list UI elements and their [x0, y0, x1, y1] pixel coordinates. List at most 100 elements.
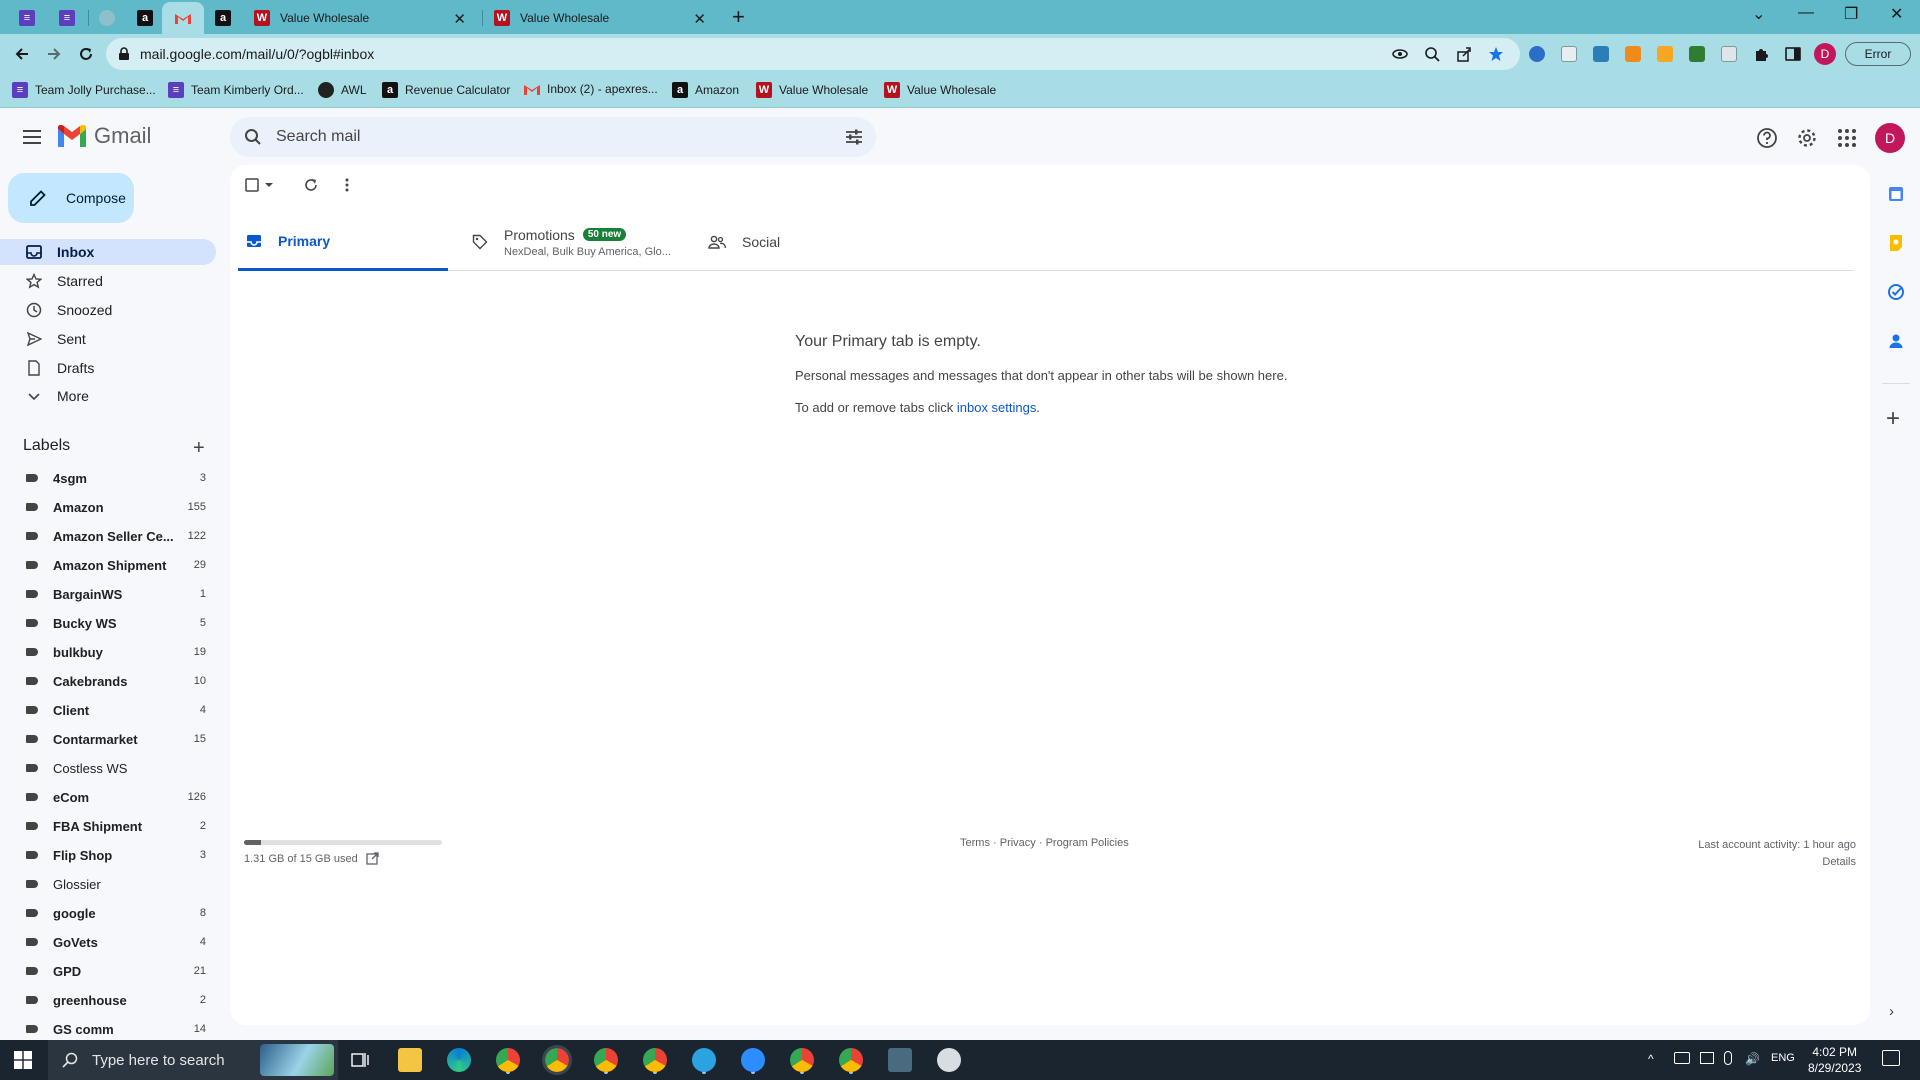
extension-icon[interactable]: [1721, 46, 1737, 62]
label-item[interactable]: GPD 21: [0, 958, 216, 984]
bookmark-item[interactable]: Inbox (2) - apexres...: [524, 82, 658, 96]
close-icon[interactable]: ✕: [693, 10, 706, 28]
extension-icon[interactable]: [1593, 46, 1609, 62]
zoom-app-icon[interactable]: [741, 1048, 765, 1072]
nav-drafts[interactable]: Drafts: [0, 355, 216, 381]
taskbar-search[interactable]: Type here to search: [48, 1040, 338, 1080]
main-menu-icon[interactable]: [20, 125, 44, 149]
maximize-button[interactable]: ❐: [1844, 4, 1858, 24]
search-icon[interactable]: [244, 128, 262, 146]
calendar-icon[interactable]: [1887, 185, 1905, 203]
account-avatar[interactable]: D: [1875, 123, 1905, 153]
share-icon[interactable]: [1456, 46, 1472, 62]
contacts-icon[interactable]: [1887, 332, 1905, 350]
address-bar[interactable]: mail.google.com/mail/u/0/?ogbl#inbox: [106, 38, 1520, 70]
puzzle-icon[interactable]: [1753, 46, 1769, 62]
new-tab-button[interactable]: +: [732, 4, 745, 30]
pinned-tab-amazon[interactable]: a: [124, 2, 166, 34]
extension-icon[interactable]: [1689, 46, 1705, 62]
windows-start-icon[interactable]: [14, 1051, 32, 1069]
inbox-settings-link[interactable]: inbox settings: [957, 400, 1037, 415]
label-item[interactable]: Flip Shop 3: [0, 842, 216, 868]
gmail-logo[interactable]: Gmail: [58, 123, 151, 149]
chrome-profile-icon[interactable]: [790, 1048, 814, 1072]
chrome-profile-j-icon[interactable]: [594, 1048, 618, 1072]
minimize-button[interactable]: —: [1798, 4, 1814, 22]
extension-icon[interactable]: [1657, 46, 1673, 62]
profile-avatar[interactable]: D: [1814, 43, 1836, 65]
eye-icon[interactable]: [1392, 46, 1408, 62]
nav-snoozed[interactable]: Snoozed: [0, 297, 216, 323]
show-hidden-icons-chevron-icon[interactable]: ^: [1648, 1052, 1654, 1066]
input-language[interactable]: ENG: [1771, 1052, 1795, 1064]
more-vert-icon[interactable]: [339, 177, 355, 193]
label-item[interactable]: Amazon Shipment 29: [0, 552, 216, 578]
nav-starred[interactable]: Starred: [0, 268, 216, 294]
activity-details-link[interactable]: Details: [1698, 854, 1856, 871]
compose-button[interactable]: Compose: [8, 173, 134, 223]
chrome-profile-icon[interactable]: [542, 1045, 572, 1075]
pinned-tab-tasks[interactable]: ≡: [6, 2, 48, 34]
nav-more[interactable]: More: [0, 383, 216, 409]
refresh-icon[interactable]: [303, 177, 319, 193]
bookmark-item[interactable]: W Value Wholesale: [756, 82, 868, 98]
chrome-profile-m-icon[interactable]: [643, 1048, 667, 1072]
chrome-profile-t-icon[interactable]: [839, 1048, 863, 1072]
label-item[interactable]: greenhouse 2: [0, 987, 216, 1013]
close-window-button[interactable]: ✕: [1890, 4, 1903, 24]
bookmark-item[interactable]: AWL: [318, 82, 367, 98]
label-item[interactable]: Glossier: [0, 871, 216, 897]
task-view-icon[interactable]: [350, 1050, 370, 1070]
nav-inbox[interactable]: Inbox: [0, 239, 216, 265]
label-item[interactable]: Client 4: [0, 697, 216, 723]
nav-sent[interactable]: Sent: [0, 326, 216, 352]
back-button[interactable]: [10, 42, 34, 66]
label-item[interactable]: Amazon Seller Ce... 122: [0, 523, 216, 549]
label-item[interactable]: GoVets 4: [0, 929, 216, 955]
label-item[interactable]: GS comm 14: [0, 1016, 216, 1040]
tasks-icon[interactable]: [1887, 283, 1905, 301]
extension-icon[interactable]: [1625, 46, 1641, 62]
label-item[interactable]: Bucky WS 5: [0, 610, 216, 636]
update-error-button[interactable]: Error: [1845, 42, 1911, 66]
search-input[interactable]: [276, 128, 816, 146]
tab-search-chevron-icon[interactable]: ⌄: [1752, 4, 1765, 24]
keep-icon[interactable]: [1887, 234, 1905, 252]
bookmark-item[interactable]: ≡ Team Kimberly Ord...: [168, 82, 304, 98]
file-explorer-icon[interactable]: [398, 1048, 422, 1072]
pinned-tab-generic[interactable]: [86, 2, 128, 34]
edge-icon[interactable]: [447, 1048, 471, 1072]
tab-value-wholesale-1[interactable]: W Value Wholesale ✕: [244, 2, 476, 34]
bookmark-item[interactable]: ≡ Team Jolly Purchase...: [12, 82, 156, 98]
side-panel-icon[interactable]: [1785, 46, 1801, 62]
calculator-icon[interactable]: [888, 1048, 912, 1072]
extension-icon[interactable]: [1529, 46, 1545, 62]
site-info-icon[interactable]: [118, 47, 130, 61]
chrome-icon[interactable]: [496, 1048, 520, 1072]
label-item[interactable]: bulkbuy 19: [0, 639, 216, 665]
snipping-tool-icon[interactable]: [937, 1048, 961, 1072]
label-item[interactable]: Cakebrands 10: [0, 668, 216, 694]
bookmark-item[interactable]: a Revenue Calculator: [382, 82, 510, 98]
tab-social[interactable]: Social: [700, 213, 900, 271]
tab-promotions[interactable]: Promotions 50 new NexDeal, Bulk Buy Amer…: [464, 213, 690, 271]
bookmark-star-icon[interactable]: [1488, 46, 1504, 62]
search-box[interactable]: [230, 117, 876, 157]
label-item[interactable]: google 8: [0, 900, 216, 926]
tab-primary[interactable]: Primary: [238, 213, 448, 271]
pinned-tab-tasks-2[interactable]: ≡: [46, 2, 88, 34]
close-icon[interactable]: ✕: [453, 10, 466, 28]
search-options-icon[interactable]: [844, 127, 864, 147]
select-dropdown-icon[interactable]: [263, 179, 275, 191]
label-item[interactable]: FBA Shipment 2: [0, 813, 216, 839]
pinned-tab-amazon-2[interactable]: a: [202, 2, 244, 34]
apps-grid-icon[interactable]: [1836, 127, 1858, 149]
label-item[interactable]: eCom 126: [0, 784, 216, 810]
forward-button[interactable]: [42, 42, 66, 66]
bookmark-item[interactable]: W Value Wholesale: [884, 82, 996, 98]
label-item[interactable]: BargainWS 1: [0, 581, 216, 607]
network-icon[interactable]: [1674, 1052, 1690, 1064]
program-policies-link[interactable]: Program Policies: [1046, 837, 1129, 849]
pinned-tab-gmail-active[interactable]: [162, 2, 204, 34]
select-all-checkbox[interactable]: [244, 177, 260, 193]
